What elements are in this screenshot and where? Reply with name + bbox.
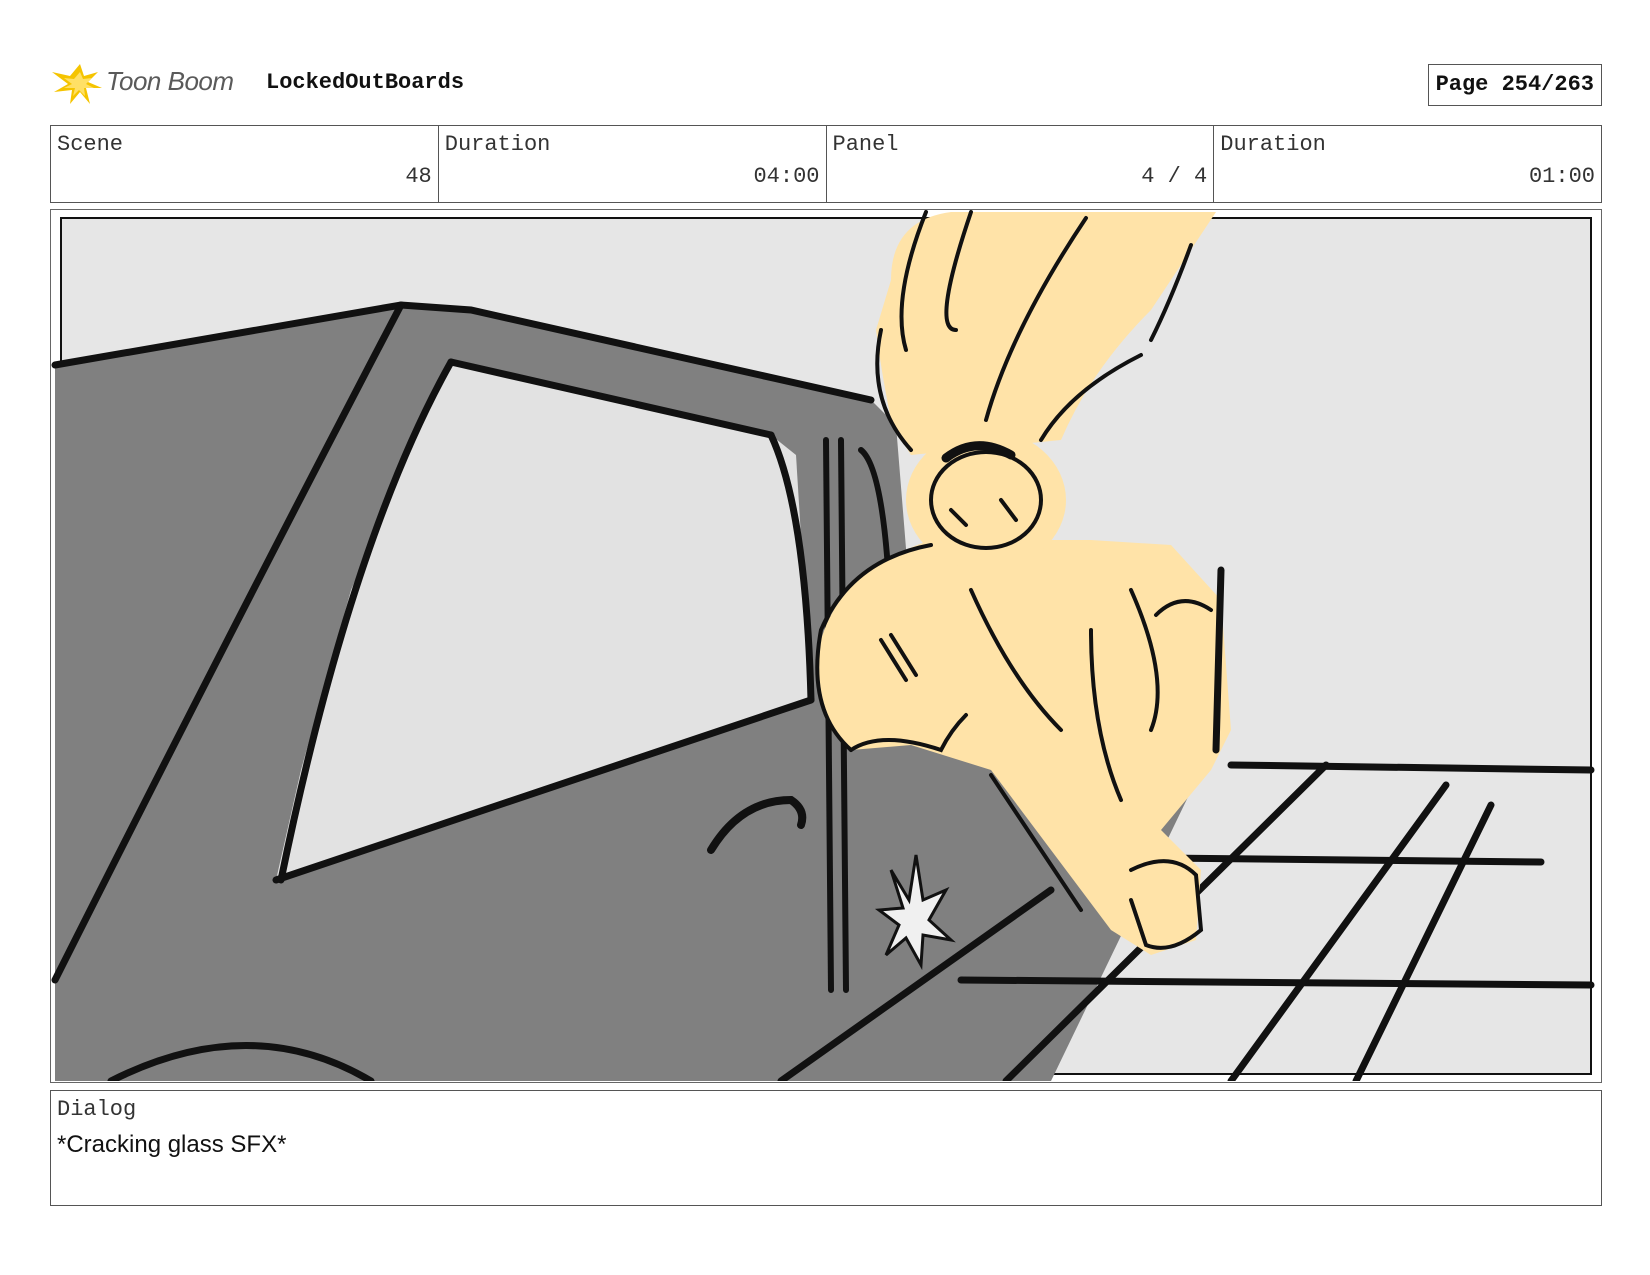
scene-value: 48: [405, 164, 432, 189]
starburst-icon: [52, 64, 102, 104]
panel-info-row: Scene 48 Duration 04:00 Panel 4 / 4 Dura…: [50, 125, 1602, 203]
page-header: Toon Boom LockedOutBoards Page 254/263: [50, 58, 1602, 108]
storyboard-panel: [50, 209, 1602, 1083]
page-indicator: Page 254/263: [1427, 64, 1602, 106]
scene-duration-label: Duration: [444, 132, 551, 157]
logo-wordmark: Toon Boom: [106, 66, 234, 96]
storyboard-sketch: [51, 210, 1595, 1081]
scene-cell: Scene 48: [51, 126, 439, 202]
panel-duration-label: Duration: [1220, 132, 1326, 157]
panel-label: Panel: [832, 132, 899, 157]
dialog-box: Dialog *Cracking glass SFX*: [50, 1090, 1602, 1206]
panel-duration-value: 01:00: [1528, 164, 1595, 189]
scene-duration-value: 04:00: [753, 164, 820, 189]
scene-duration-cell: Duration 04:00: [439, 126, 827, 202]
project-title: LockedOutBoards: [266, 70, 465, 95]
panel-duration-cell: Duration 01:00: [1214, 126, 1601, 202]
panel-cell: Panel 4 / 4: [827, 126, 1215, 202]
toon-boom-logo: Toon Boom: [50, 58, 250, 108]
dialog-label: Dialog: [57, 1097, 137, 1122]
panel-value: 4 / 4: [1141, 164, 1208, 189]
dialog-text: *Cracking glass SFX*: [57, 1131, 287, 1158]
scene-label: Scene: [57, 132, 124, 157]
